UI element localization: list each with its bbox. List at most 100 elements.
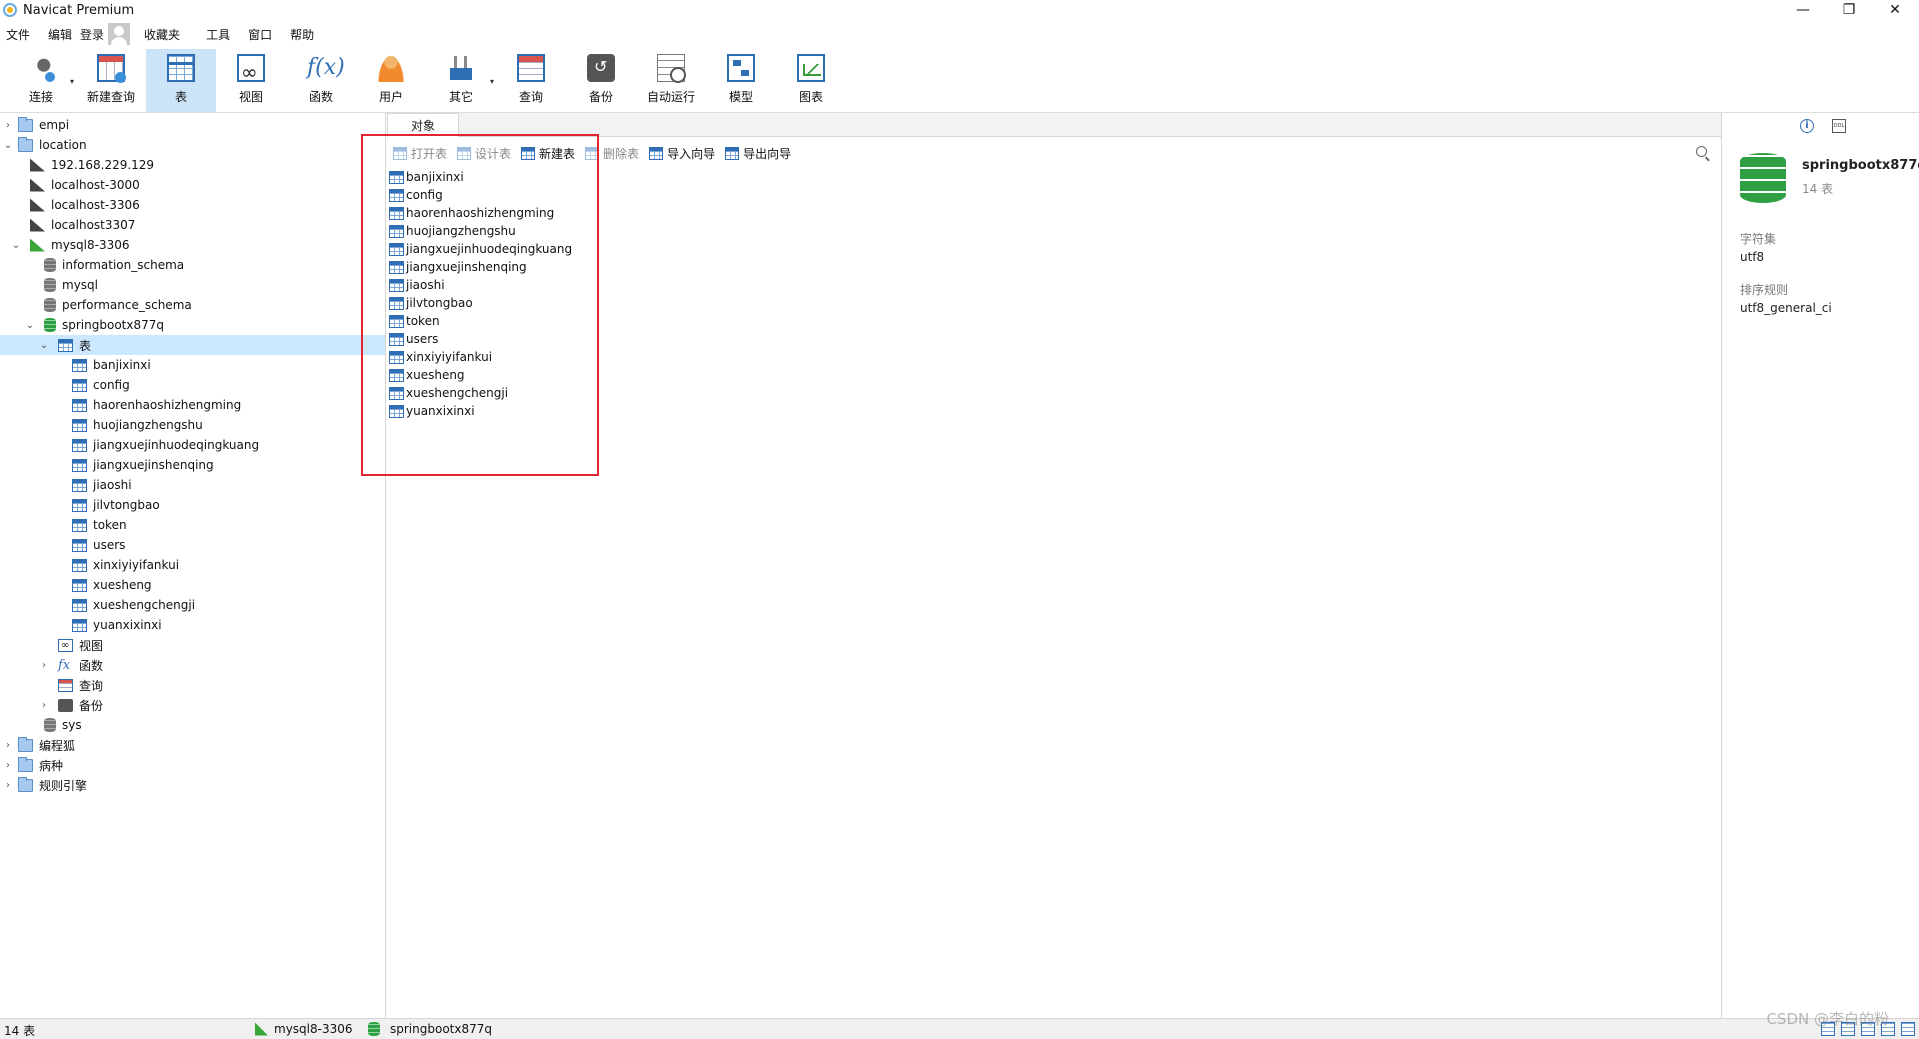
tree-item[interactable]: ⌄ springbootx877q [0, 315, 385, 335]
table-button[interactable]: 表 [146, 49, 216, 112]
expand-arrow-icon[interactable]: › [38, 660, 50, 671]
tree-item[interactable]: jiaoshi [0, 475, 385, 495]
tree-item[interactable]: banjixinxi [0, 355, 385, 375]
tree-item[interactable]: 192.168.229.129 [0, 155, 385, 175]
expand-arrow-icon[interactable]: › [2, 780, 14, 791]
search-icon[interactable] [1696, 146, 1707, 157]
tree-item[interactable]: haorenhaoshizhengming [0, 395, 385, 415]
tree-item[interactable]: performance_schema [0, 295, 385, 315]
tree-item[interactable]: › 备份 [0, 695, 385, 715]
function-button[interactable]: f(x) 函数 [286, 49, 356, 112]
tree-item[interactable]: jiangxuejinshenqing [0, 455, 385, 475]
tree-item[interactable]: localhost-3306 [0, 195, 385, 215]
open-table-button[interactable]: 打开表 [393, 145, 447, 162]
tree-item[interactable]: users [0, 535, 385, 555]
tree-item[interactable]: ⌄ mysql8-3306 [0, 235, 385, 255]
table-item[interactable]: jilvtongbao [389, 294, 473, 312]
collapse-arrow-icon[interactable]: ⌄ [10, 240, 22, 251]
connect-button[interactable]: 连接 ▾ [6, 49, 76, 112]
ddl-icon[interactable]: DDL [1832, 119, 1846, 133]
restore-button[interactable]: ❐ [1826, 0, 1872, 20]
tree-item[interactable]: › 规则引擎 [0, 775, 385, 795]
menu-favorites[interactable]: 收藏夹 [144, 26, 180, 43]
others-label: 其它 [448, 90, 473, 104]
table-item[interactable]: jiangxuejinhuodeqingkuang [389, 240, 572, 258]
backup-icon [587, 54, 615, 82]
tree-item[interactable]: huojiangzhengshu [0, 415, 385, 435]
table-item[interactable]: xinxiyiyifankui [389, 348, 492, 366]
backup-button[interactable]: 备份 [566, 49, 636, 112]
window-title: Navicat Premium [23, 2, 135, 18]
tree-item[interactable]: ⌄ 表 [0, 335, 385, 355]
table-item[interactable]: huojiangzhengshu [389, 222, 516, 240]
tree-item[interactable]: xinxiyiyifankui [0, 555, 385, 575]
collapse-arrow-icon[interactable]: ⌄ [2, 140, 14, 151]
expand-arrow-icon[interactable]: › [38, 700, 50, 711]
tree-item[interactable]: sys [0, 715, 385, 735]
tree-item[interactable]: ⌄ location [0, 135, 385, 155]
close-button[interactable]: ✕ [1872, 0, 1918, 20]
tree-item[interactable]: › empi [0, 115, 385, 135]
tree-item[interactable]: jilvtongbao [0, 495, 385, 515]
new-query-button[interactable]: 新建查询 [76, 49, 146, 112]
expand-arrow-icon[interactable]: › [2, 120, 14, 131]
query-icon [58, 678, 73, 692]
tree-item[interactable]: › 病种 [0, 755, 385, 775]
table-item[interactable]: banjixinxi [389, 168, 464, 186]
tree-item[interactable]: localhost-3000 [0, 175, 385, 195]
view-button[interactable]: 视图 [216, 49, 286, 112]
table-item[interactable]: config [389, 186, 443, 204]
model-button[interactable]: 模型 [706, 49, 776, 112]
others-button[interactable]: 其它 ▾ [426, 49, 496, 112]
menu-window[interactable]: 窗口 [248, 26, 272, 43]
chart-button[interactable]: 图表 [776, 49, 846, 112]
expand-arrow-icon[interactable]: › [2, 760, 14, 771]
table-item[interactable]: xuesheng [389, 366, 465, 384]
preview-pane-icon[interactable] [1901, 1022, 1915, 1036]
table-item[interactable]: yuanxixinxi [389, 402, 475, 420]
menu-file[interactable]: 文件 [6, 26, 30, 43]
login-button[interactable]: 登录 [80, 23, 131, 45]
connect-dropdown-icon[interactable]: ▾ [70, 77, 74, 86]
tree-item-label: token [93, 518, 127, 532]
tree-item[interactable]: 视图 [0, 635, 385, 655]
table-item[interactable]: users [389, 330, 438, 348]
collapse-arrow-icon[interactable]: ⌄ [24, 320, 36, 331]
new-table-button[interactable]: 新建表 [521, 145, 575, 162]
automation-button[interactable]: 自动运行 [636, 49, 706, 112]
table-item[interactable]: jiaoshi [389, 276, 445, 294]
tree-item[interactable]: › fx 函数 [0, 655, 385, 675]
tree-item[interactable]: › 编程狐 [0, 735, 385, 755]
tree-item[interactable]: yuanxixinxi [0, 615, 385, 635]
query-button[interactable]: 查询 [496, 49, 566, 112]
tree-item[interactable]: token [0, 515, 385, 535]
expand-arrow-icon[interactable]: › [2, 740, 14, 751]
tree-item-label: empi [39, 118, 70, 132]
tree-item[interactable]: information_schema [0, 255, 385, 275]
tree-item[interactable]: mysql [0, 275, 385, 295]
table-item[interactable]: token [389, 312, 440, 330]
tree-item[interactable]: jiangxuejinhuodeqingkuang [0, 435, 385, 455]
delete-table-button[interactable]: 删除表 [585, 145, 639, 162]
menu-edit[interactable]: 编辑 [48, 26, 72, 43]
import-wizard-button[interactable]: 导入向导 [649, 145, 715, 162]
tree-item[interactable]: localhost3307 [0, 215, 385, 235]
menu-tools[interactable]: 工具 [206, 26, 230, 43]
others-dropdown-icon[interactable]: ▾ [490, 77, 494, 86]
collapse-arrow-icon[interactable]: ⌄ [38, 340, 50, 351]
tree-item[interactable]: 查询 [0, 675, 385, 695]
export-wizard-button[interactable]: 导出向导 [725, 145, 791, 162]
minimize-button[interactable]: — [1780, 0, 1826, 20]
table-item[interactable]: xueshengchengji [389, 384, 508, 402]
tree-item[interactable]: config [0, 375, 385, 395]
tree-item[interactable]: xuesheng [0, 575, 385, 595]
table-item[interactable]: haorenhaoshizhengming [389, 204, 554, 222]
tree-item[interactable]: xueshengchengji [0, 595, 385, 615]
tab-objects[interactable]: 对象 [387, 113, 459, 137]
user-button[interactable]: 用户 [356, 49, 426, 112]
table-item[interactable]: jiangxuejinshenqing [389, 258, 527, 276]
design-table-button[interactable]: 设计表 [457, 145, 511, 162]
menu-help[interactable]: 帮助 [290, 26, 314, 43]
table-icon [389, 314, 404, 328]
info-icon[interactable]: i [1800, 119, 1814, 133]
